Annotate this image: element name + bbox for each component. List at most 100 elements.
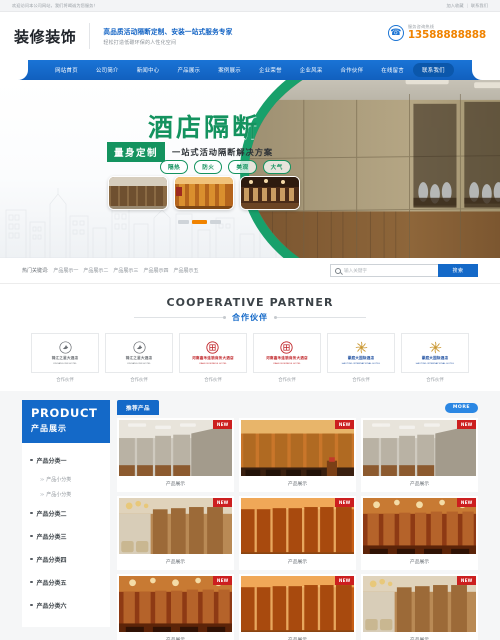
product-thumbnail: NEW bbox=[241, 498, 354, 554]
subcategory-item-1-2[interactable]: >> 产品小分类 bbox=[22, 487, 110, 502]
product-section: PRODUCT 产品展示 产品分类一 >> 产品小分类 >> 产品小分类 产品分类二 产品分… bbox=[0, 391, 500, 640]
search-placeholder: 输入关键字 bbox=[344, 267, 367, 273]
hot-keyword-2[interactable]: 产品展示二 bbox=[83, 267, 108, 274]
subcategory-item-1-1[interactable]: >> 产品小分类 bbox=[22, 472, 110, 487]
partner-logo-name-cn: 河南嘉禾连锁商务大酒店 bbox=[266, 356, 308, 360]
product-card[interactable]: NEW 产品展示 bbox=[361, 418, 478, 492]
category-item-3[interactable]: 产品分类三 bbox=[22, 525, 110, 548]
product-card[interactable]: NEW 产品展示 bbox=[117, 574, 234, 640]
hot-keywords-label: 热门关键词: bbox=[22, 268, 49, 274]
partner-logo-name-en: HAOTING INTERNATIONAL HOTEL bbox=[341, 363, 381, 365]
banner-tag-4: 大气 bbox=[262, 160, 291, 174]
product-caption: 产品展示 bbox=[165, 560, 186, 565]
partner-logo-mark: 锦江之星大酒店 JINJIANG INN HOTEL bbox=[52, 341, 79, 365]
banner-thumb-2[interactable] bbox=[174, 176, 234, 210]
new-badge: NEW bbox=[335, 576, 354, 585]
nav-item-4[interactable]: 产品展示 bbox=[168, 63, 209, 77]
product-caption: 产品展示 bbox=[119, 632, 232, 640]
site-logo[interactable]: 装修装饰 bbox=[14, 26, 76, 47]
new-badge: NEW bbox=[457, 420, 476, 429]
banner-slider-dots[interactable] bbox=[178, 220, 221, 224]
slider-dot-2[interactable] bbox=[192, 220, 207, 224]
category-item-4[interactable]: 产品分类四 bbox=[22, 548, 110, 571]
banner-thumbnail-row bbox=[108, 176, 300, 210]
partner-logo-card[interactable]: 河南嘉禾连锁商务大酒店 JIAHE BUSINESS HOTEL bbox=[179, 333, 247, 373]
new-badge: NEW bbox=[213, 498, 232, 507]
partner-logo-row: 锦江之星大酒店 JINJIANG INN HOTEL 合作伙伴 锦江之星大酒店 JINJ… bbox=[0, 333, 500, 383]
product-toolbar: 推荐产品 MORE bbox=[117, 400, 478, 415]
slogan-secondary: 轻松打造低碳环保的人性化空间 bbox=[103, 40, 177, 46]
category-item-5[interactable]: 产品分类五 bbox=[22, 571, 110, 594]
banner-thumb-1[interactable] bbox=[108, 176, 168, 210]
search-button[interactable]: 搜索 bbox=[438, 264, 478, 277]
partner-logo-card[interactable]: 豪庭大国际酒店 HAOTING INTERNATIONAL HOTEL bbox=[327, 333, 395, 373]
partner-logo-card[interactable]: 豪庭大国际酒店 HAOTING INTERNATIONAL HOTEL bbox=[401, 333, 469, 373]
bullet-icon bbox=[30, 534, 33, 538]
nav-item-8[interactable]: 合作伙伴 bbox=[332, 63, 373, 77]
partner-logo-name-en: JIAHE BUSINESS HOTEL bbox=[273, 363, 301, 365]
slider-dot-3[interactable] bbox=[210, 220, 221, 224]
product-card[interactable]: NEW 产品展示 bbox=[361, 496, 478, 570]
partner-title-cn: 合作伙伴 bbox=[232, 313, 268, 322]
hotline-block: ☎ 服务咨询热线 13588888888 bbox=[387, 24, 486, 41]
hot-keyword-4[interactable]: 产品展示四 bbox=[143, 267, 168, 274]
nav-item-1[interactable]: 网站首页 bbox=[46, 63, 87, 77]
main-navigation: 网站首页 公司简介 新闻中心 产品展示 案例展示 企业荣誉 企业风采 合作伙伴 在线留言 联系我们 bbox=[0, 60, 500, 80]
topbar-link-contact[interactable]: 联系我们 bbox=[471, 3, 488, 9]
nav-item-6[interactable]: 企业荣誉 bbox=[250, 63, 291, 77]
nav-item-9[interactable]: 在线留言 bbox=[372, 63, 413, 77]
partner-cell-1: 锦江之星大酒店 JINJIANG INN HOTEL 合作伙伴 bbox=[31, 333, 99, 383]
product-layout: PRODUCT 产品展示 产品分类一 >> 产品小分类 >> 产品小分类 产品分类二 产品分… bbox=[0, 400, 500, 640]
product-card[interactable]: NEW 产品展示 bbox=[117, 418, 234, 492]
partner-logo-mark: 河南嘉禾连锁商务大酒店 JIAHE BUSINESS HOTEL bbox=[266, 341, 308, 365]
bullet-icon bbox=[30, 580, 33, 584]
category-label: 产品分类三 bbox=[36, 534, 67, 541]
banner-thumb-3[interactable] bbox=[240, 176, 300, 210]
new-badge: NEW bbox=[457, 498, 476, 507]
logo-divider bbox=[89, 23, 91, 49]
hot-keyword-5[interactable]: 产品展示五 bbox=[173, 267, 198, 274]
product-caption: 产品展示 bbox=[287, 560, 308, 565]
category-item-1[interactable]: 产品分类一 bbox=[22, 449, 110, 472]
tab-recommended[interactable]: 推荐产品 bbox=[117, 400, 159, 415]
category-item-6[interactable]: 产品分类六 bbox=[22, 594, 110, 617]
product-card[interactable]: NEW 产品展示 bbox=[239, 418, 356, 492]
nav-item-2[interactable]: 公司简介 bbox=[87, 63, 128, 77]
top-utility-bar: 欢迎访问本公司网站，我们将竭诚为您服务！ 加入收藏 | 联系我们 bbox=[0, 0, 500, 12]
partner-title-row: 合作伙伴 bbox=[0, 312, 500, 323]
partner-logo-card[interactable]: 锦江之星大酒店 JINJIANG INN HOTEL bbox=[105, 333, 173, 373]
banner-title: 酒店隔断 bbox=[148, 113, 261, 142]
hot-keyword-1[interactable]: 产品展示一 bbox=[53, 267, 78, 274]
sidebar-title-cn: 产品展示 bbox=[31, 423, 67, 433]
sidebar-title-en: PRODUCT bbox=[31, 406, 98, 420]
bullet-icon bbox=[30, 458, 33, 462]
nav-item-5[interactable]: 案例展示 bbox=[209, 63, 250, 77]
product-card[interactable]: NEW 产品展示 bbox=[239, 496, 356, 570]
more-button[interactable]: MORE bbox=[444, 402, 478, 413]
bullet-icon bbox=[30, 557, 33, 561]
topbar-link-favorite[interactable]: 加入收藏 bbox=[446, 3, 463, 9]
slogan-block: 高品质活动隔断定制、安装一站式服务专家 轻松打造低碳环保的人性化空间 bbox=[103, 26, 232, 46]
slider-dot-1[interactable] bbox=[178, 220, 189, 224]
partner-cell-5: 豪庭大国际酒店 HAOTING INTERNATIONAL HOTEL 合作伙伴 bbox=[327, 333, 395, 383]
product-card[interactable]: NEW 产品展示 bbox=[239, 574, 356, 640]
partner-logo-mark: 豪庭大国际酒店 HAOTING INTERNATIONAL HOTEL bbox=[342, 341, 380, 365]
partner-cell-6: 豪庭大国际酒店 HAOTING INTERNATIONAL HOTEL 合作伙伴 bbox=[401, 333, 469, 383]
nav-item-10[interactable]: 联系我们 bbox=[413, 63, 454, 77]
nav-item-7[interactable]: 企业风采 bbox=[291, 63, 332, 77]
product-grid: NEW 产品展示 NEW 产品展示 NEW 产品展示 NEW 产品展示 NEW 产品展示 NEW 产品… bbox=[117, 418, 478, 640]
partner-caption: 合作伙伴 bbox=[278, 377, 296, 382]
product-card[interactable]: NEW 产品展示 bbox=[117, 496, 234, 570]
category-item-2[interactable]: 产品分类二 bbox=[22, 502, 110, 525]
double-chevron-icon: >> bbox=[40, 491, 44, 497]
partner-logo-card[interactable]: 河南嘉禾连锁商务大酒店 JIAHE BUSINESS HOTEL bbox=[253, 333, 321, 373]
product-thumbnail: NEW bbox=[363, 420, 476, 476]
product-card[interactable]: NEW 产品展示 bbox=[361, 574, 478, 640]
hot-keyword-3[interactable]: 产品展示三 bbox=[113, 267, 138, 274]
hotline-text: 服务咨询热线 13588888888 bbox=[408, 24, 486, 41]
partner-logo-card[interactable]: 锦江之星大酒店 JINJIANG INN HOTEL bbox=[31, 333, 99, 373]
search-input[interactable]: 输入关键字 bbox=[330, 264, 438, 277]
site-header: 装修装饰 高品质活动隔断定制、安装一站式服务专家 轻松打造低碳环保的人性化空间 … bbox=[0, 12, 500, 60]
hot-keywords: 热门关键词: 产品展示一 产品展示二 产品展示三 产品展示四 产品展示五 bbox=[22, 267, 198, 274]
nav-item-3[interactable]: 新闻中心 bbox=[128, 63, 169, 77]
